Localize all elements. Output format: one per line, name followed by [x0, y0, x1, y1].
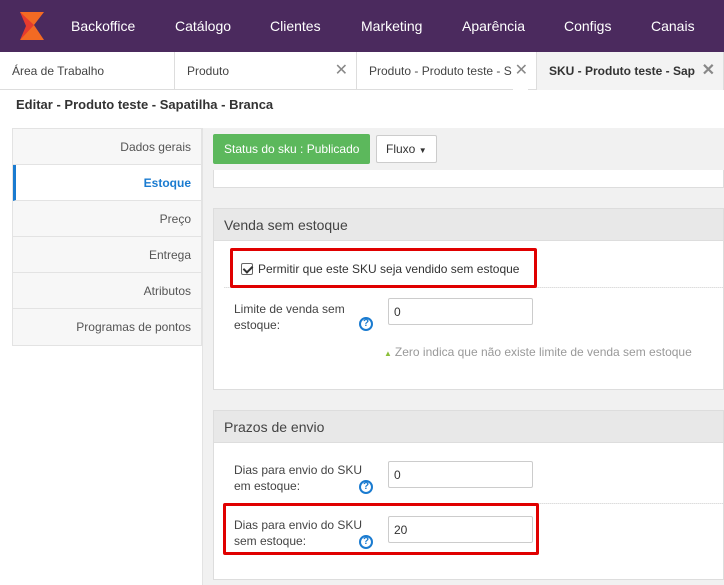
tab-label: SKU - Produto teste - Sap — [549, 64, 696, 78]
close-icon[interactable]: ✕ — [512, 52, 528, 90]
tab-produto[interactable]: Produto ✕ — [175, 52, 357, 90]
sidebar-item-programas-de-pontos[interactable]: Programas de pontos — [13, 309, 201, 345]
triangle-up-icon: ▲ — [384, 349, 392, 358]
close-icon[interactable]: ✕ — [335, 52, 348, 90]
brand-logo-icon[interactable] — [14, 8, 50, 44]
sidebar-item-entrega[interactable]: Entrega — [13, 237, 201, 273]
nav-backoffice[interactable]: Backoffice — [71, 0, 135, 52]
fluxo-label: Fluxo — [386, 142, 416, 156]
em-estoque-label-2: em estoque: — [234, 479, 301, 493]
page-title: Editar - Produto teste - Sapatilha - Bra… — [16, 97, 274, 112]
close-icon[interactable]: ✕ — [698, 52, 715, 90]
limit-label: Limite de venda sem — [234, 302, 345, 316]
tab-area-de-trabalho[interactable]: Área de Trabalho — [0, 52, 175, 90]
limit-input[interactable] — [388, 298, 533, 325]
sidebar-item-estoque[interactable]: Estoque — [13, 165, 201, 201]
tab-label: Produto - Produto teste - S — [369, 64, 512, 78]
limit-label-2: estoque: — [234, 318, 281, 332]
tab-sku[interactable]: SKU - Produto teste - Sap ✕ — [537, 52, 724, 90]
tab-bar: Área de Trabalho Produto ✕ Produto - Pro… — [0, 52, 724, 90]
help-icon[interactable]: ? — [359, 480, 373, 494]
sidebar-item-preco[interactable]: Preço — [13, 201, 201, 237]
sidebar: Dados gerais Estoque Preço Entrega Atrib… — [12, 128, 202, 346]
tab-label: Produto — [187, 64, 230, 78]
nav-canais[interactable]: Canais — [651, 0, 695, 52]
tab-produto-teste[interactable]: Produto - Produto teste - S ✕ — [357, 52, 537, 90]
limit-hint: ▲ Zero indica que não existe limite de ve… — [384, 345, 692, 359]
panel-title: Prazos de envio — [214, 411, 723, 443]
nav-catalogo[interactable]: Catálogo — [175, 0, 231, 52]
nav-marketing[interactable]: Marketing — [361, 0, 422, 52]
previous-panel — [213, 170, 724, 188]
em-estoque-label: Dias para envio do SKU — [234, 463, 363, 477]
nav-configs[interactable]: Configs — [564, 0, 611, 52]
highlight-box — [223, 503, 539, 555]
fluxo-dropdown[interactable]: Fluxo ▼ — [376, 135, 437, 163]
top-navigation: Backoffice Catálogo Clientes Marketing A… — [0, 0, 724, 52]
tab-label: Área de Trabalho — [12, 64, 105, 78]
panel-title: Venda sem estoque — [214, 209, 723, 241]
status-button[interactable]: Status do sku : Publicado — [213, 134, 371, 164]
highlight-box — [230, 248, 537, 288]
nav-clientes[interactable]: Clientes — [270, 0, 321, 52]
help-icon[interactable]: ? — [359, 317, 373, 331]
venda-sem-estoque-panel: Venda sem estoque Permitir que este SKU … — [213, 208, 724, 390]
sidebar-item-dados-gerais[interactable]: Dados gerais — [13, 129, 201, 165]
em-estoque-input[interactable] — [388, 461, 533, 488]
hint-text: Zero indica que não existe limite de ven… — [394, 345, 692, 359]
nav-aparencia[interactable]: Aparência — [462, 0, 525, 52]
caret-down-icon: ▼ — [418, 146, 427, 155]
sidebar-item-atributos[interactable]: Atributos — [13, 273, 201, 309]
